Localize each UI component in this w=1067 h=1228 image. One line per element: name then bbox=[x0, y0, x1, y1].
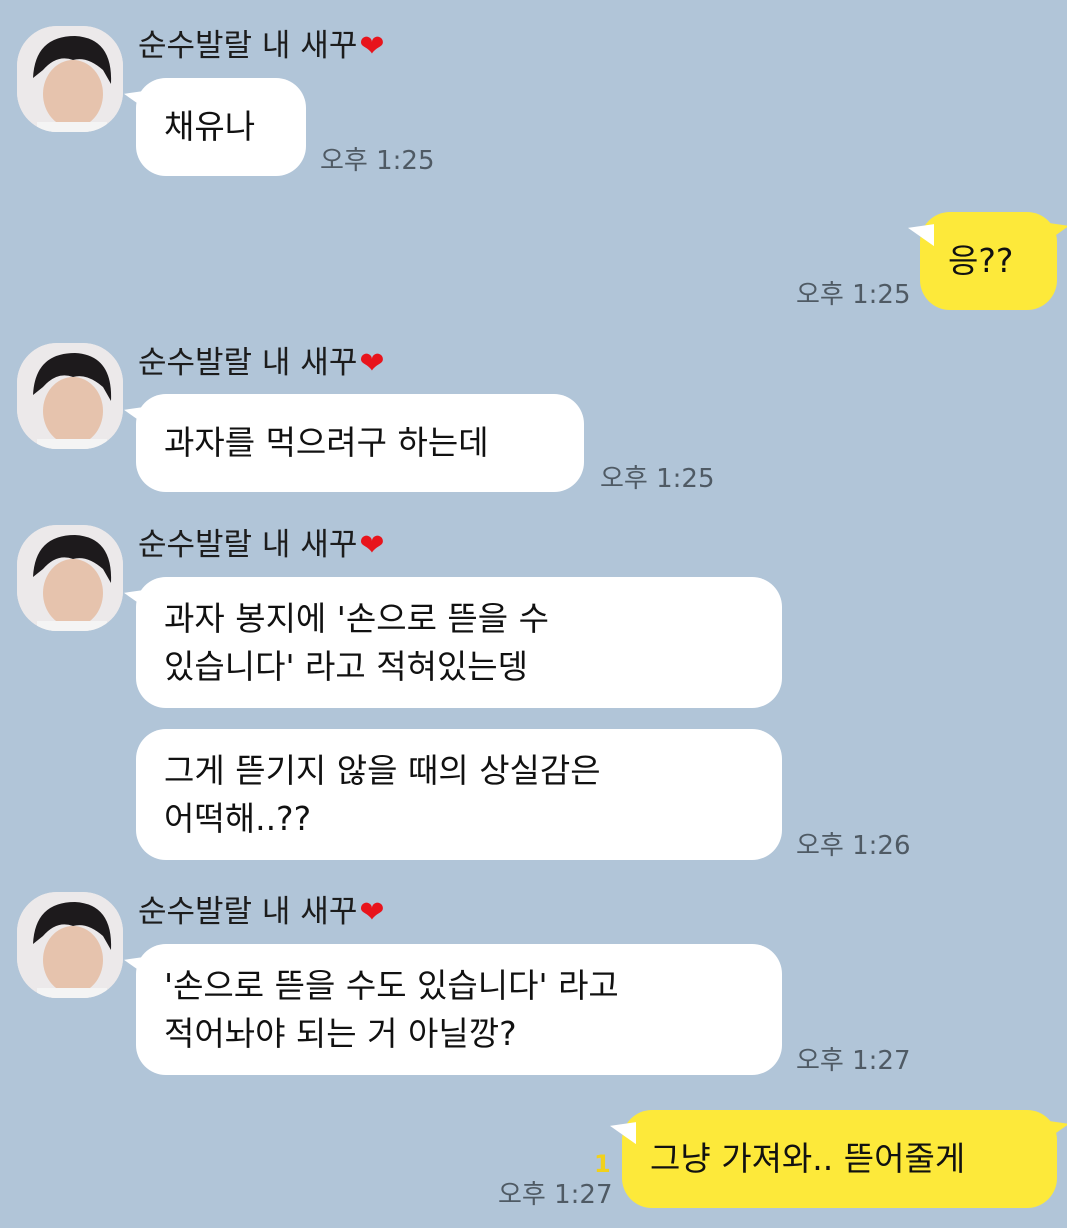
heart-icon: ❤ bbox=[359, 29, 385, 64]
sender-name: 순수발랄 내 새꾸❤ bbox=[138, 525, 385, 566]
message-text-line: 있습니다' 라고 적혀있는뎅 bbox=[164, 646, 529, 686]
message-time: 오후 1:25 bbox=[600, 464, 715, 494]
sender-name: 순수발랄 내 새꾸❤ bbox=[138, 343, 385, 384]
message-bubble[interactable]: '손으로 뜯을 수도 있습니다' 라고 적어놔야 되는 거 아닐깡? bbox=[136, 944, 782, 1075]
sender-name-text: 순수발랄 내 새꾸 bbox=[138, 527, 358, 563]
message-text-line: 과자 봉지에 '손으로 뜯을 수 bbox=[164, 598, 549, 638]
sender-name-text: 순수발랄 내 새꾸 bbox=[138, 28, 358, 64]
heart-icon: ❤ bbox=[359, 346, 385, 381]
message-text-line: '손으로 뜯을 수도 있습니다' 라고 bbox=[164, 965, 619, 1005]
message-bubble[interactable]: 채유나 bbox=[136, 78, 306, 176]
avatar[interactable] bbox=[17, 343, 123, 449]
message-time: 오후 1:25 bbox=[320, 146, 435, 176]
message-text: 그냥 가져와.. 뜯어줄게 bbox=[650, 1139, 966, 1178]
message-text: 채유나 bbox=[164, 107, 256, 146]
message-time: 오후 1:27 bbox=[796, 1046, 911, 1076]
message-time: 오후 1:26 bbox=[796, 831, 911, 861]
profile-photo-icon bbox=[17, 892, 123, 998]
avatar[interactable] bbox=[17, 892, 123, 998]
message-text-line: 어떡해..?? bbox=[164, 798, 312, 838]
sender-name: 순수발랄 내 새꾸❤ bbox=[138, 892, 385, 933]
profile-photo-icon bbox=[17, 525, 123, 631]
heart-icon: ❤ bbox=[359, 895, 385, 930]
message-bubble[interactable]: 과자 봉지에 '손으로 뜯을 수 있습니다' 라고 적혀있는뎅 bbox=[136, 577, 782, 708]
message-text-line: 그게 뜯기지 않을 때의 상실감은 bbox=[164, 750, 601, 790]
sender-name-text: 순수발랄 내 새꾸 bbox=[138, 345, 358, 381]
message-time: 오후 1:25 bbox=[796, 280, 911, 310]
message-text: 응?? bbox=[948, 241, 1014, 280]
message-bubble[interactable]: 그게 뜯기지 않을 때의 상실감은 어떡해..?? bbox=[136, 729, 782, 860]
sender-name-text: 순수발랄 내 새꾸 bbox=[138, 894, 358, 930]
message-time: 오후 1:27 bbox=[498, 1180, 613, 1210]
profile-photo-icon bbox=[17, 26, 123, 132]
message-text-line: 적어놔야 되는 거 아닐깡? bbox=[164, 1013, 517, 1053]
my-message-bubble[interactable]: 응?? bbox=[920, 212, 1057, 310]
heart-icon: ❤ bbox=[359, 528, 385, 563]
avatar[interactable] bbox=[17, 26, 123, 132]
message-text: 과자를 먹으려구 하는데 bbox=[164, 423, 489, 462]
my-message-bubble[interactable]: 그냥 가져와.. 뜯어줄게 bbox=[622, 1110, 1057, 1208]
profile-photo-icon bbox=[17, 343, 123, 449]
avatar[interactable] bbox=[17, 525, 123, 631]
message-bubble[interactable]: 과자를 먹으려구 하는데 bbox=[136, 394, 584, 492]
unread-count: 1 bbox=[594, 1150, 611, 1178]
sender-name: 순수발랄 내 새꾸❤ bbox=[138, 26, 385, 67]
